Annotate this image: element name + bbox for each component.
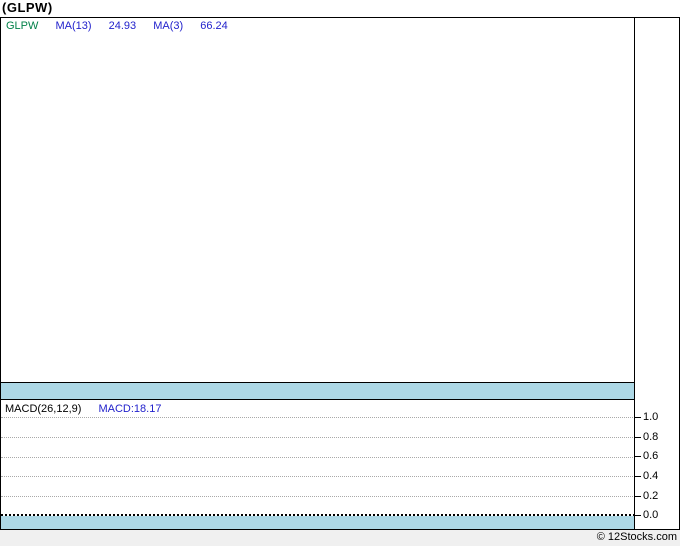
y-axis-tick	[635, 496, 641, 497]
price-chart-panel: GLPW MA(13) 24.93 MA(3) 66.24	[1, 18, 635, 383]
legend-ma13-label: MA(13)	[55, 20, 92, 32]
y-axis-tick-label: 0.4	[643, 470, 659, 482]
y-axis-tick-label: 1.0	[643, 411, 659, 423]
legend-ma3-label: MA(3)	[153, 20, 184, 32]
y-axis-tick	[635, 476, 641, 477]
macd-panel: MACD(26,12,9) MACD:18.17	[1, 400, 635, 516]
legend-ma3-value: 66.24	[200, 20, 228, 32]
credit-text: © 12Stocks.com	[596, 531, 677, 543]
macd-gridline-0.6	[1, 457, 633, 458]
page: (GLPW) GLPW MA(13) 24.93 MA(3) 66.24 MAC…	[0, 0, 680, 546]
legend-symbol: GLPW	[6, 20, 39, 32]
y-axis-gutter: 1.0 0.8 0.6 0.4 0.2 0.0	[635, 18, 679, 529]
macd-gridline-0.2	[1, 496, 633, 497]
legend-ma13-value: 24.93	[108, 20, 137, 32]
chart-title: (GLPW)	[2, 0, 53, 15]
chart-frame: GLPW MA(13) 24.93 MA(3) 66.24 MACD(26,12…	[0, 17, 680, 530]
y-axis-tick-label: 0.6	[643, 450, 659, 462]
bottom-band	[1, 516, 635, 529]
price-chart-legend: GLPW MA(13) 24.93 MA(3) 66.24	[6, 20, 228, 32]
y-axis-tick	[635, 417, 641, 418]
y-axis-tick	[635, 515, 641, 516]
macd-legend-label: MACD(26,12,9)	[5, 403, 82, 415]
y-axis-tick-label: 0.0	[643, 509, 659, 521]
y-axis-tick	[635, 456, 641, 457]
footer: © 12Stocks.com	[0, 530, 680, 546]
macd-gridline-0.4	[1, 476, 633, 477]
macd-legend: MACD(26,12,9) MACD:18.17	[5, 403, 161, 415]
y-axis-tick-label: 0.8	[643, 431, 659, 443]
macd-gridline-0.8	[1, 437, 633, 438]
macd-legend-value: MACD:18.17	[98, 403, 162, 415]
volume-band	[1, 383, 635, 400]
macd-gridline-1.0	[1, 417, 633, 418]
y-axis-tick	[635, 437, 641, 438]
y-axis-tick-label: 0.2	[643, 490, 659, 502]
